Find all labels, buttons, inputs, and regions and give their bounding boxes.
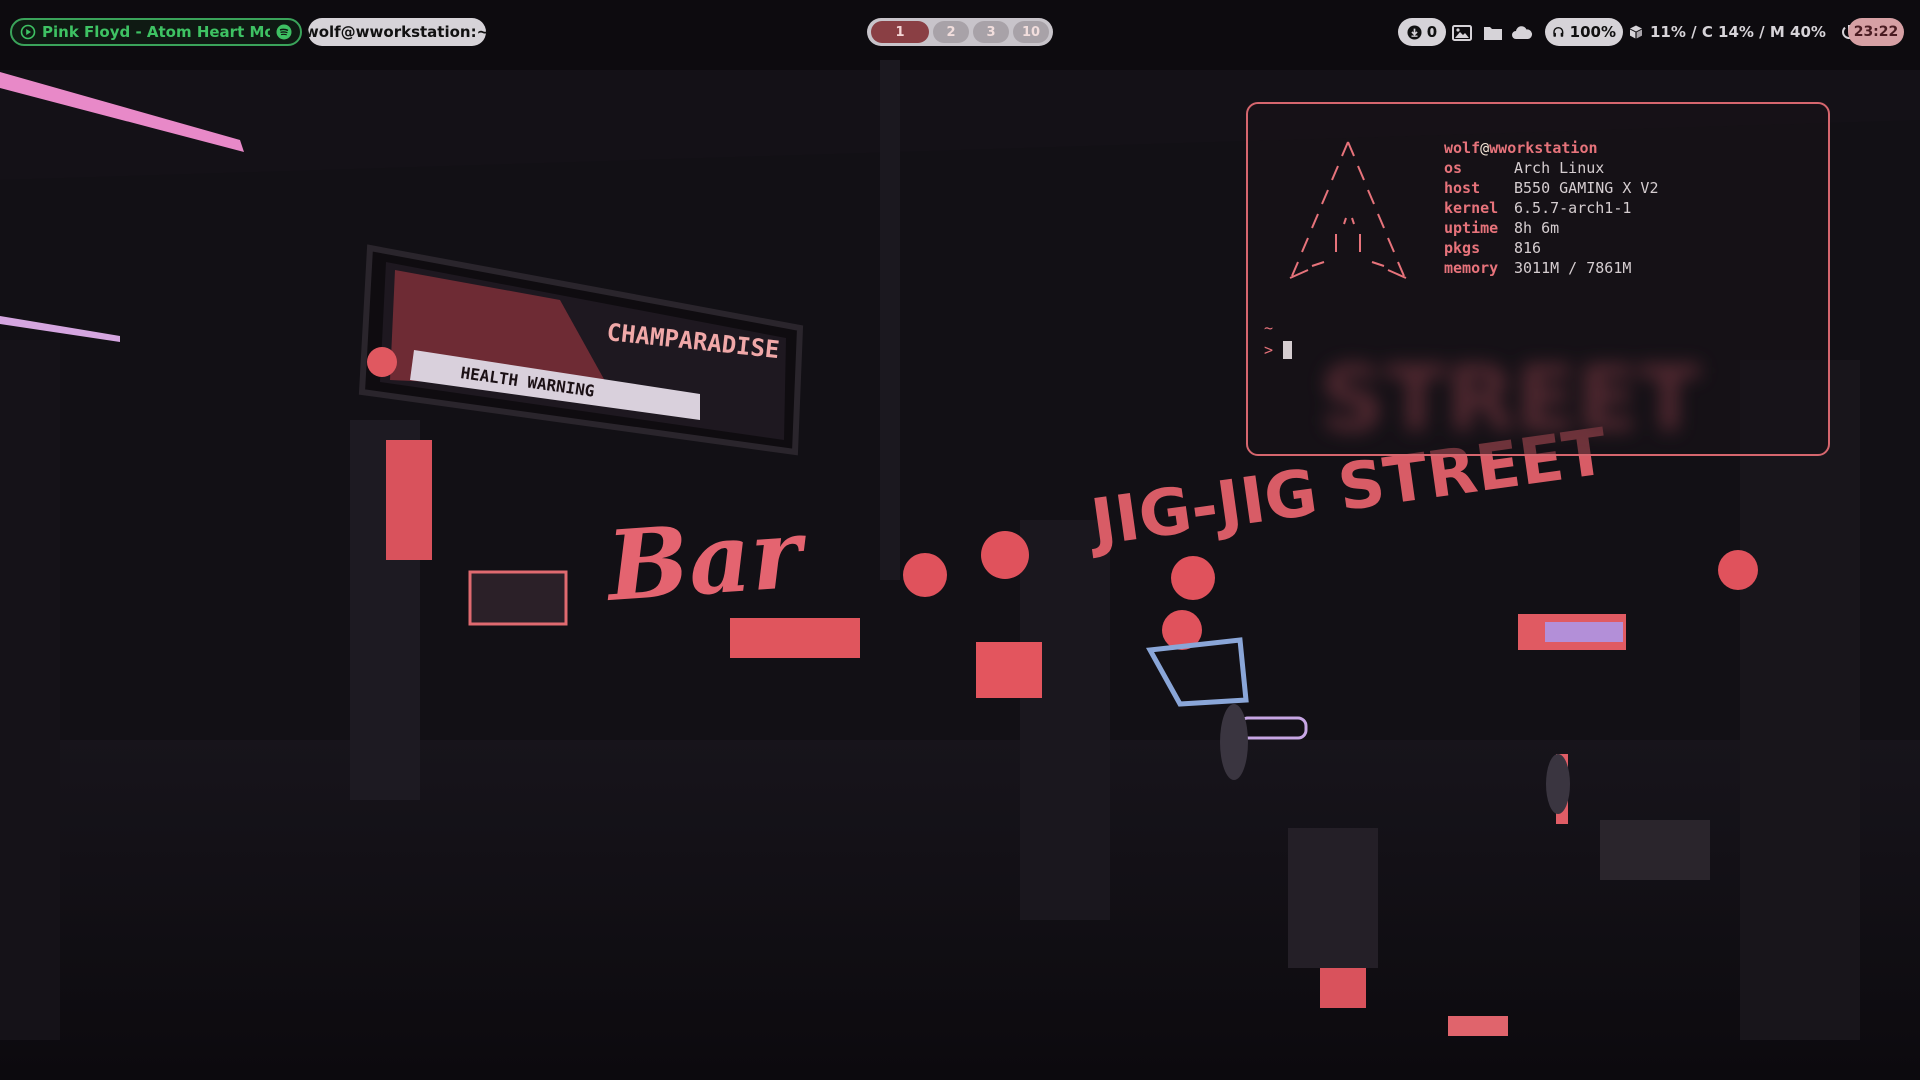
fetch-host: wworkstation <box>1489 139 1598 157</box>
workspace-2[interactable]: 2 <box>933 21 969 43</box>
fetch-key: uptime <box>1444 219 1499 237</box>
prompt-symbol: > <box>1264 341 1274 359</box>
spotify-icon <box>276 24 292 40</box>
workspace-3[interactable]: 3 <box>973 21 1009 43</box>
workspace-label: 3 <box>986 24 996 40</box>
prompt-cwd: ~ <box>1264 319 1274 337</box>
updates-count: 0 <box>1426 23 1438 41</box>
fetch-key: kernel <box>1444 199 1499 217</box>
fetch-key: pkgs <box>1444 239 1481 257</box>
clock[interactable]: 23:22 <box>1848 18 1904 46</box>
clock-time: 23:22 <box>1853 24 1899 40</box>
fetch-row-uptime: uptime 8h 6m <box>1444 218 1659 238</box>
workspace-switcher: 1 2 3 10 <box>867 18 1053 46</box>
download-icon <box>1407 24 1422 40</box>
window-title: wolf@wworkstation:~ <box>304 18 490 46</box>
workspace-label: 1 <box>895 24 905 40</box>
headphones-icon <box>1553 26 1564 37</box>
updates-widget[interactable]: 0 <box>1398 18 1446 46</box>
fetch-value: 6.5.7-arch1-1 <box>1514 199 1632 217</box>
folder-icon[interactable] <box>1481 21 1505 45</box>
fetch-key: memory <box>1444 259 1499 277</box>
image-icon[interactable] <box>1450 21 1474 45</box>
fetch-value: B550 GAMING X V2 <box>1514 179 1659 197</box>
svg-text:Bar: Bar <box>601 496 812 623</box>
fetch-row-host: host B550 GAMING X V2 <box>1444 178 1659 198</box>
fetch-user: wolf <box>1444 139 1481 157</box>
fetch-key: os <box>1444 159 1463 177</box>
fetch-value: Arch Linux <box>1514 159 1605 177</box>
media-player-widget[interactable]: Pink Floyd - Atom Heart Mother <box>10 18 302 46</box>
media-track-title: Pink Floyd - Atom Heart Mother <box>42 23 270 41</box>
fetch-value: 816 <box>1514 239 1542 257</box>
system-stats-text: 11% / C 14% / M 40% <box>1650 23 1826 41</box>
workspace-10[interactable]: 10 <box>1013 21 1049 43</box>
fetch-value: 3011M / 7861M <box>1514 259 1632 277</box>
play-circle-icon[interactable] <box>20 24 36 40</box>
fetch-value: 8h 6m <box>1514 219 1560 237</box>
fetch-row-memory: memory 3011M / 7861M <box>1444 258 1659 278</box>
prompt-line[interactable]: > <box>1264 340 1293 360</box>
volume-value: 100% <box>1569 23 1616 41</box>
fetch-row-kernel: kernel 6.5.7-arch1-1 <box>1444 198 1659 218</box>
window-title-text: wolf@wworkstation:~ <box>304 23 490 41</box>
fetch-info: wolf @ wworkstation os Arch Linux host B550 … <box>1444 138 1659 278</box>
fetch-key: host <box>1444 179 1481 197</box>
terminal-window[interactable]: wolf @ wworkstation os Arch Linux host B550 … <box>1246 102 1830 456</box>
text-cursor <box>1283 341 1293 359</box>
cube-icon <box>1630 25 1642 39</box>
fetch-row-pkgs: pkgs 816 <box>1444 238 1659 258</box>
workspace-1[interactable]: 1 <box>871 21 929 43</box>
fetch-row-os: os Arch Linux <box>1444 158 1659 178</box>
volume-widget[interactable]: 100% <box>1545 18 1623 46</box>
fetch-header: wolf @ wworkstation <box>1444 138 1659 158</box>
fetch-at: @ <box>1480 139 1490 157</box>
arch-linux-logo <box>1289 141 1407 279</box>
workspace-label: 10 <box>1021 24 1041 40</box>
cloud-icon[interactable] <box>1510 21 1534 45</box>
system-stats[interactable]: 11% / C 14% / M 40% <box>1628 22 1858 42</box>
workspace-label: 2 <box>946 24 956 40</box>
